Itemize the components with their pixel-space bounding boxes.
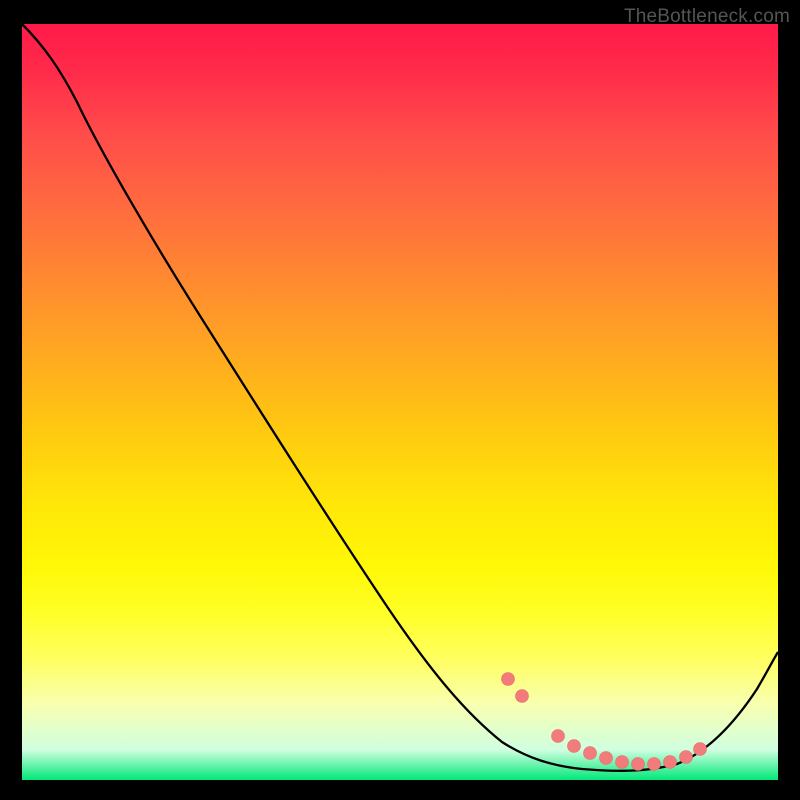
chart-container: TheBottleneck.com [0, 0, 800, 800]
chart-line [22, 24, 778, 771]
attribution-text: TheBottleneck.com [624, 6, 790, 28]
chart-markers [502, 673, 707, 771]
chart-svg [22, 24, 778, 780]
